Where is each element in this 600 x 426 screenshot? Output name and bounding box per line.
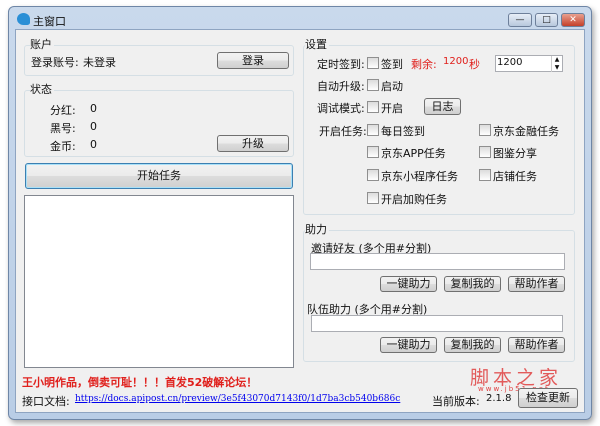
spin-down-icon[interactable]: ▼ xyxy=(551,64,562,72)
team-copy-mine-button[interactable]: 复制我的 xyxy=(444,337,501,353)
task-checkbox-add-cart[interactable] xyxy=(367,192,379,204)
log-textarea[interactable] xyxy=(24,195,294,368)
app-icon xyxy=(17,13,30,25)
task-checkbox-illustration-share[interactable] xyxy=(479,146,491,158)
interval-value: 1200 xyxy=(497,57,523,68)
window-title: 主窗口 xyxy=(33,15,66,28)
spin-up-icon[interactable]: ▲ xyxy=(551,56,562,64)
invite-one-click-assist-button[interactable]: 一键助力 xyxy=(380,276,437,292)
task-label-jd-finance: 京东金融任务 xyxy=(493,125,559,138)
invite-help-author-button[interactable]: 帮助作者 xyxy=(508,276,565,292)
blacklist-label: 黑号: xyxy=(50,122,76,135)
maximize-button[interactable]: □ xyxy=(535,13,558,27)
team-assist-input[interactable] xyxy=(311,315,563,332)
tasks-label: 开启任务: xyxy=(319,125,367,138)
start-task-button[interactable]: 开始任务 xyxy=(25,163,293,189)
task-checkbox-jd-app[interactable] xyxy=(367,146,379,158)
task-label-jd-miniprogram: 京东小程序任务 xyxy=(381,170,458,183)
check-update-button[interactable]: 检查更新 xyxy=(518,388,578,408)
auto-upgrade-checkbox[interactable] xyxy=(367,79,379,91)
dividend-label: 分红: xyxy=(50,104,76,117)
invite-friends-input[interactable] xyxy=(310,253,565,270)
auto-upgrade-label: 自动升级: xyxy=(317,80,365,93)
login-button[interactable]: 登录 xyxy=(217,52,289,69)
task-label-store: 店铺任务 xyxy=(493,170,537,183)
task-label-jd-app: 京东APP任务 xyxy=(381,147,446,160)
remaining-value: 1200 xyxy=(443,56,469,67)
account-group-label: 账户 xyxy=(30,36,54,52)
close-button[interactable]: ✕ xyxy=(561,13,585,27)
dividend-value: 0 xyxy=(90,102,97,115)
remaining-unit: 秒 xyxy=(469,58,480,71)
timed-sign-check-label: 签到 xyxy=(381,58,403,71)
status-group-label: 状态 xyxy=(30,81,54,97)
debug-mode-label: 调试模式: xyxy=(317,102,365,115)
team-one-click-assist-button[interactable]: 一键助力 xyxy=(380,337,437,353)
settings-group-label: 设置 xyxy=(305,36,329,52)
coins-label: 金币: xyxy=(50,140,76,153)
task-label-illustration-share: 图鉴分享 xyxy=(493,147,537,160)
login-account-value: 未登录 xyxy=(83,56,116,69)
version-label: 当前版本: xyxy=(432,395,480,408)
version-value: 2.1.8 xyxy=(486,393,512,404)
debug-mode-checkbox[interactable] xyxy=(367,101,379,113)
minimize-button[interactable]: — xyxy=(508,13,532,27)
timed-sign-checkbox[interactable] xyxy=(367,57,379,69)
interval-spinbox[interactable]: 1200 ▲ ▼ xyxy=(495,55,563,72)
blacklist-value: 0 xyxy=(90,120,97,133)
api-doc-label: 接口文档: xyxy=(22,395,70,408)
task-checkbox-daily-sign[interactable] xyxy=(367,124,379,136)
debug-mode-check-label: 开启 xyxy=(381,102,403,115)
assist-group-label: 助力 xyxy=(305,221,329,237)
login-account-label: 登录账号: xyxy=(31,56,79,69)
upgrade-button[interactable]: 升级 xyxy=(217,135,289,152)
auto-upgrade-check-label: 启动 xyxy=(381,80,403,93)
task-checkbox-jd-miniprogram[interactable] xyxy=(367,169,379,181)
api-doc-link[interactable]: https://docs.apipost.cn/preview/3e5f4307… xyxy=(75,394,400,404)
timed-sign-label: 定时签到: xyxy=(317,58,365,71)
task-checkbox-store[interactable] xyxy=(479,169,491,181)
author-notice: 王小明作品，倒卖可耻！！！首发52破解论坛！ xyxy=(22,376,258,389)
remaining-label: 剩余: xyxy=(411,58,437,71)
invite-copy-mine-button[interactable]: 复制我的 xyxy=(444,276,501,292)
task-label-daily-sign: 每日签到 xyxy=(381,125,425,138)
log-button[interactable]: 日志 xyxy=(424,98,461,115)
team-help-author-button[interactable]: 帮助作者 xyxy=(508,337,565,353)
task-checkbox-jd-finance[interactable] xyxy=(479,124,491,136)
coins-value: 0 xyxy=(90,138,97,151)
task-label-add-cart: 开启加购任务 xyxy=(381,193,447,206)
